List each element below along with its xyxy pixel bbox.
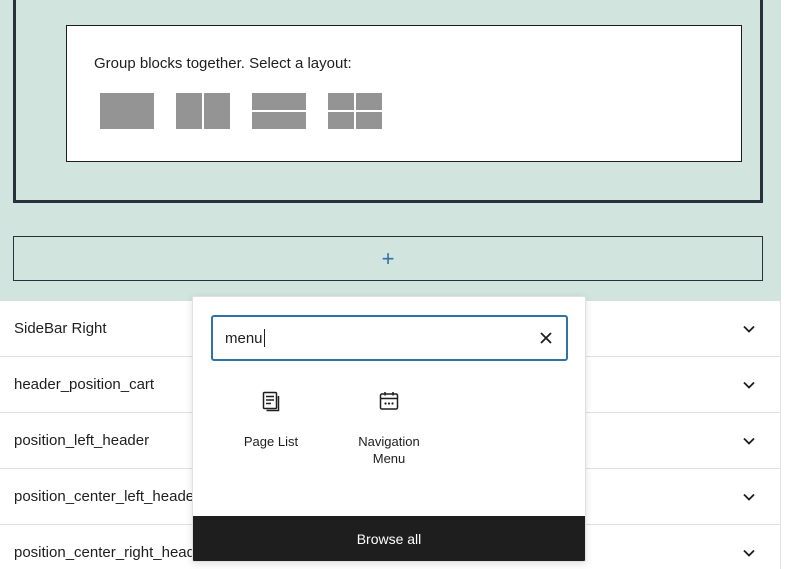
block-result-label: Page List bbox=[243, 434, 299, 449]
close-icon[interactable] bbox=[539, 331, 553, 345]
block-result-navigation-menu[interactable]: Navigation Menu bbox=[341, 389, 437, 467]
browse-all-button[interactable]: Browse all bbox=[193, 516, 585, 561]
search-results: Page List Navigation Menu bbox=[223, 389, 437, 467]
block-search-input[interactable]: menu bbox=[211, 315, 568, 361]
page-list-icon bbox=[262, 391, 280, 412]
widget-area-label: position_center_right_header bbox=[14, 544, 209, 561]
text-caret bbox=[263, 329, 265, 347]
grid-icon[interactable] bbox=[328, 93, 382, 129]
block-appender-button[interactable]: + bbox=[13, 236, 763, 281]
placeholder-instructions: Group blocks together. Select a layout: bbox=[94, 55, 352, 72]
layout-variations bbox=[100, 93, 382, 129]
chevron-down-icon bbox=[743, 549, 755, 557]
widget-area-label: position_center_left_header bbox=[14, 488, 200, 505]
widget-area-label: position_left_header bbox=[14, 432, 150, 449]
group-icon[interactable] bbox=[100, 93, 154, 129]
search-input-value: menu bbox=[225, 329, 263, 347]
editor-canvas: Group blocks together. Select a layout: bbox=[0, 0, 785, 569]
block-result-page-list[interactable]: Page List bbox=[223, 389, 319, 467]
block-result-label: Navigation Menu bbox=[358, 434, 420, 466]
chevron-down-icon bbox=[743, 437, 755, 445]
chevron-down-icon bbox=[743, 325, 755, 333]
plus-icon: + bbox=[381, 245, 395, 271]
navigation-menu-icon bbox=[379, 392, 399, 410]
block-inserter-popover: menu Page List Navigation Menu Browse al… bbox=[192, 296, 586, 562]
row-icon[interactable] bbox=[176, 93, 230, 129]
chevron-down-icon bbox=[743, 381, 755, 389]
chevron-down-icon bbox=[743, 493, 755, 501]
group-section-background: Group blocks together. Select a layout: bbox=[0, 0, 781, 301]
widget-area-label: header_position_cart bbox=[14, 376, 155, 393]
stack-icon[interactable] bbox=[252, 93, 306, 129]
selected-group-block[interactable]: Group blocks together. Select a layout: bbox=[13, 0, 763, 203]
group-placeholder: Group blocks together. Select a layout: bbox=[66, 25, 742, 162]
widget-area-label: SideBar Right bbox=[14, 320, 107, 337]
